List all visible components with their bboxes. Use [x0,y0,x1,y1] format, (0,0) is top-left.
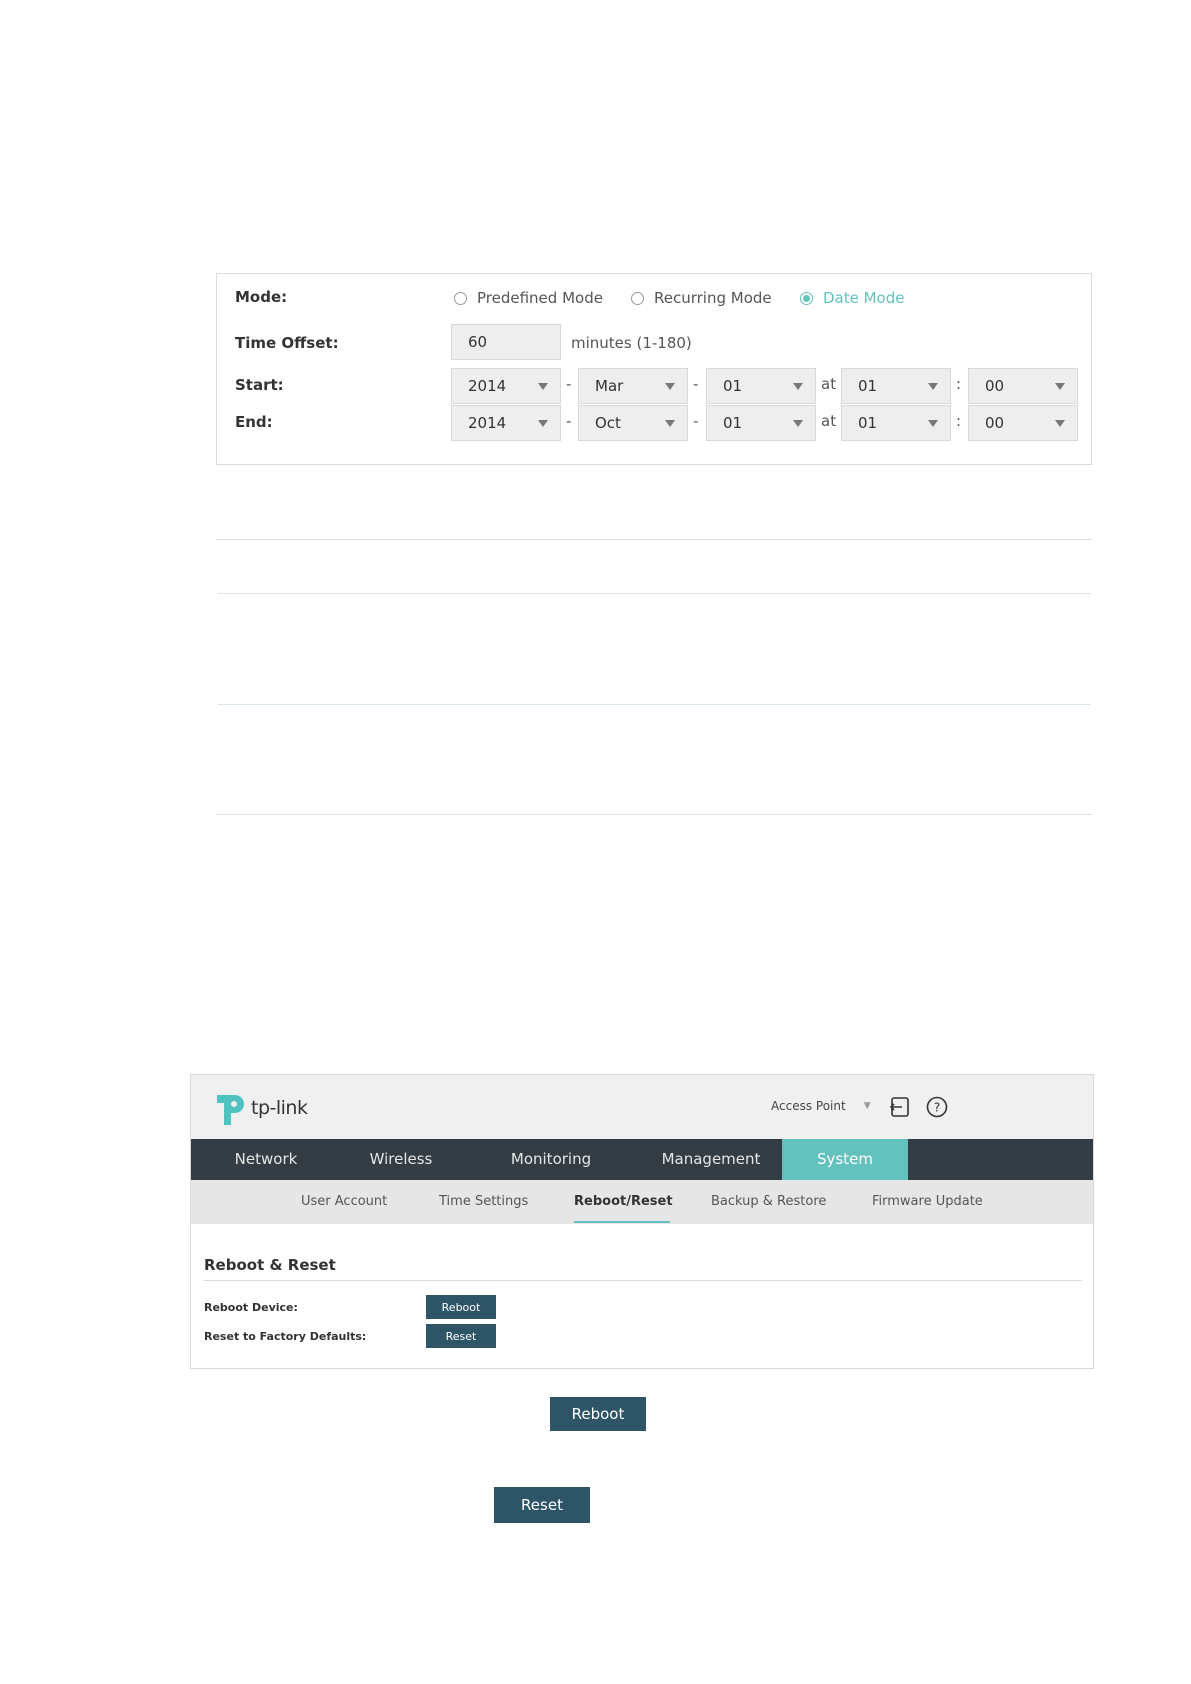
select-value: Oct [595,414,621,432]
select-value: 00 [985,414,1005,432]
help-icon[interactable]: ? [926,1096,948,1118]
start-label: Start: [235,376,284,394]
reset-button[interactable]: Reset [494,1487,590,1523]
start-hour-select[interactable]: 01 [841,368,951,404]
select-value: 01 [723,414,743,432]
dropdown-arrow-icon [1055,382,1065,390]
tab-firmware-update[interactable]: Firmware Update [872,1180,983,1224]
radio-icon [454,291,467,305]
end-hour-select[interactable]: 01 [841,405,951,441]
table-divider [216,539,1092,540]
tab-time-settings[interactable]: Time Settings [439,1180,528,1224]
start-minute-select[interactable]: 00 [968,368,1078,404]
select-value: 01 [858,414,878,432]
dropdown-arrow-icon [793,419,803,427]
start-day-select[interactable]: 01 [706,368,816,404]
tab-backup-restore[interactable]: Backup & Restore [711,1180,826,1224]
mode-select[interactable]: Access Point ▼ [771,1099,871,1113]
nav-system[interactable]: System [782,1139,908,1180]
nav-network[interactable]: Network [216,1139,316,1180]
table-divider [218,593,1091,594]
tab-reboot-reset[interactable]: Reboot/Reset [574,1180,673,1224]
end-day-select[interactable]: 01 [706,405,816,441]
select-value: 00 [985,377,1005,395]
dropdown-arrow-icon [928,419,938,427]
time-offset-unit: minutes (1-180) [571,334,692,352]
table-divider [216,814,1092,815]
end-month-select[interactable]: Oct [578,405,688,441]
end-year-select[interactable]: 2014 [451,405,561,441]
dropdown-arrow-icon [928,382,938,390]
section-divider [204,1280,1082,1281]
tplink-logo-text: tp-link [251,1097,308,1119]
time-colon: : [956,412,962,430]
dropdown-arrow-icon [665,382,675,390]
section-title: Reboot & Reset [204,1256,336,1274]
time-offset-label: Time Offset: [235,334,339,352]
time-colon: : [956,375,962,393]
select-value: Mar [595,377,624,395]
reset-factory-label: Reset to Factory Defaults: [204,1330,367,1343]
radio-label: Date Mode [823,289,905,307]
start-year-select[interactable]: 2014 [451,368,561,404]
start-month-select[interactable]: Mar [578,368,688,404]
dropdown-arrow-icon [793,382,803,390]
date-separator: - [566,375,572,393]
end-minute-select[interactable]: 00 [968,405,1078,441]
reboot-device-button[interactable]: Reboot [426,1295,496,1319]
svg-text:?: ? [934,1101,940,1115]
radio-date-mode[interactable]: Date Mode [800,289,905,307]
dropdown-arrow-icon [665,419,675,427]
dst-settings-panel: Mode: Predefined Mode Recurring Mode Dat… [216,273,1092,465]
reboot-button[interactable]: Reboot [550,1397,646,1431]
tplink-logo-icon [211,1091,247,1127]
date-separator: - [693,412,699,430]
select-value: 01 [723,377,743,395]
radio-recurring-mode[interactable]: Recurring Mode [631,289,772,307]
select-value: 01 [858,377,878,395]
at-label: at [821,412,837,430]
select-value: 2014 [468,414,507,432]
logout-icon[interactable] [888,1096,910,1118]
dropdown-arrow-icon [538,419,548,427]
header-bar: tp-link Access Point ▼ ? [191,1075,1093,1139]
chevron-down-icon: ▼ [863,1101,871,1111]
sub-nav: User Account Time Settings Reboot/Reset … [191,1180,1093,1224]
select-value: 2014 [468,377,507,395]
dropdown-arrow-icon [1055,419,1065,427]
nav-management[interactable]: Management [646,1139,776,1180]
end-label: End: [235,413,273,431]
time-offset-input[interactable]: 60 [451,324,561,360]
radio-predefined-mode[interactable]: Predefined Mode [454,289,603,307]
nav-wireless[interactable]: Wireless [351,1139,451,1180]
active-tab-indicator [574,1221,670,1223]
dropdown-arrow-icon [538,382,548,390]
radio-label: Recurring Mode [654,289,772,307]
date-separator: - [566,412,572,430]
tplink-web-ui: tp-link Access Point ▼ ? Network Wireles… [190,1074,1094,1369]
main-nav: Network Wireless Monitoring Management S… [191,1139,1093,1180]
mode-select-value: Access Point [771,1099,846,1113]
at-label: at [821,375,837,393]
mode-label: Mode: [235,288,288,306]
nav-monitoring[interactable]: Monitoring [491,1139,611,1180]
radio-icon [631,291,644,305]
radio-selected-icon [800,291,813,305]
radio-label: Predefined Mode [477,289,603,307]
date-separator: - [693,375,699,393]
reset-factory-button[interactable]: Reset [426,1324,496,1348]
tab-user-account[interactable]: User Account [301,1180,387,1224]
reboot-device-label: Reboot Device: [204,1301,298,1314]
table-divider [218,704,1091,705]
